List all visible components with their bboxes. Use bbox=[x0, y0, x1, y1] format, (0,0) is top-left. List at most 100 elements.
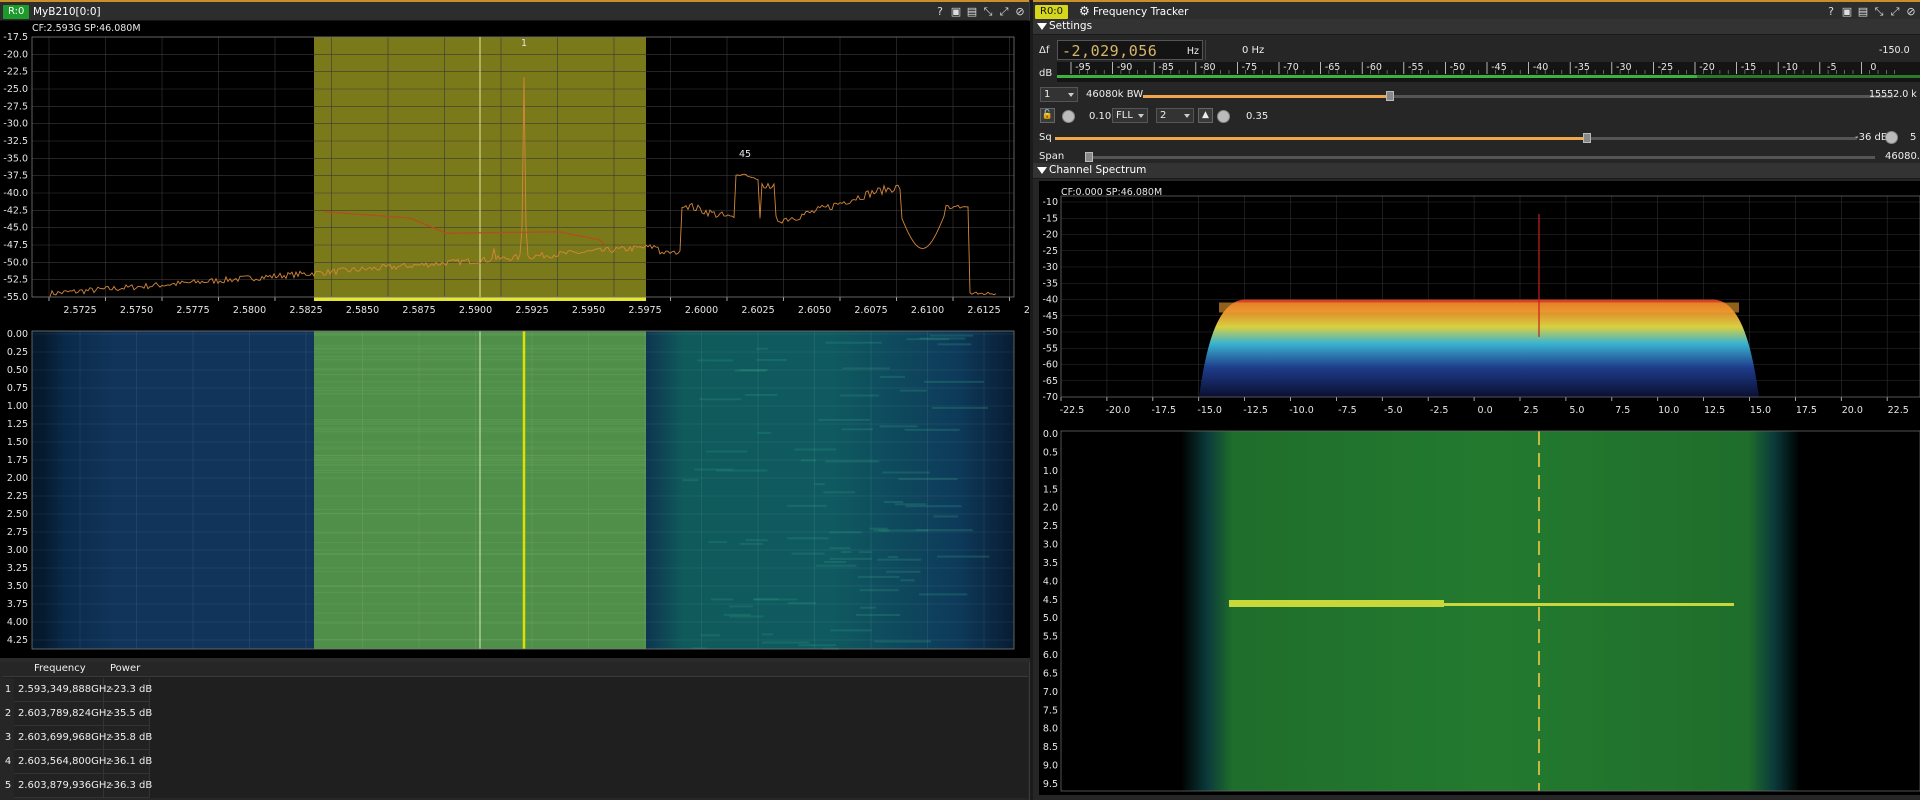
waterfall-streak bbox=[787, 504, 827, 507]
shrink-icon[interactable]: ⤡ bbox=[981, 5, 995, 19]
col-frequency[interactable]: Frequency bbox=[34, 663, 86, 674]
slider-handle[interactable] bbox=[1386, 91, 1394, 101]
waterfall-streak bbox=[857, 575, 900, 578]
ruler-tick-label: -80 bbox=[1200, 62, 1216, 73]
help-icon[interactable]: ? bbox=[1824, 5, 1838, 19]
col-power[interactable]: Power bbox=[110, 663, 140, 674]
span-readout: 46080.0 bbox=[1885, 151, 1920, 162]
gear-icon[interactable]: ⚙ bbox=[1079, 5, 1092, 18]
tracker-titlebar[interactable]: R0:0 ⚙ Frequency Tracker ? ▣ ▤ ⤡ ⤢ ⊘ bbox=[1033, 0, 1920, 21]
record-icon[interactable]: ▣ bbox=[949, 5, 963, 19]
waterfall-streak bbox=[823, 491, 855, 494]
decimation-select[interactable]: 1 bbox=[1040, 87, 1078, 102]
waterfall-streak bbox=[762, 641, 810, 644]
waterfall-streak bbox=[815, 564, 857, 567]
table-row[interactable]: 1 2.593,349,888GHz -23.3 dB bbox=[2, 678, 152, 702]
y-tick-label: -42.5 bbox=[3, 205, 28, 216]
waterfall-streak bbox=[711, 598, 734, 601]
waterfall-streak bbox=[905, 505, 962, 508]
squelch-gate-dial[interactable] bbox=[1885, 131, 1898, 144]
ruler-tick-label: -10 bbox=[1782, 62, 1798, 73]
span-slider[interactable] bbox=[1085, 152, 1875, 162]
y-tick-label: -35 bbox=[1042, 278, 1058, 289]
slider-handle[interactable] bbox=[1583, 133, 1591, 143]
spectrum-titlebar[interactable]: R:0 MyB210[0:0] ? ▣ ▤ ⤡ ⤢ ⊘ bbox=[0, 0, 1029, 21]
maximize-icon[interactable]: ⤢ bbox=[997, 5, 1011, 19]
waterfall-streak bbox=[708, 541, 728, 544]
delta-f-dial[interactable]: -2,029,056 Hz bbox=[1057, 40, 1203, 60]
spectrum-panel[interactable]: CF:2.593G SP:46.080M -17.5 -20.0 -22.5 -25.… bbox=[0, 21, 1030, 661]
channel-badge[interactable]: R0:0 bbox=[1035, 5, 1069, 19]
spectrum-chart[interactable]: -17.5 -20.0 -22.5 -25.0 -27.5 -30.0 -32.5 -35.0… bbox=[0, 21, 1030, 661]
bandwidth-slider[interactable] bbox=[1143, 91, 1893, 101]
waterfall-streak bbox=[753, 598, 798, 601]
slider-handle[interactable] bbox=[1085, 152, 1093, 162]
x-tick-label: 2.5950 bbox=[572, 305, 605, 316]
y-tick-label: -60 bbox=[1042, 360, 1058, 371]
x-tick-label: 2.6000 bbox=[685, 305, 718, 316]
squelch-slider[interactable] bbox=[1055, 133, 1857, 143]
bandwidth-readout: 15552.0 k bbox=[1869, 89, 1917, 100]
power-cell[interactable]: -35.5 dB bbox=[110, 708, 152, 719]
row-number: 5 bbox=[2, 774, 14, 798]
x-tick-label: 12.5 bbox=[1704, 405, 1725, 416]
channel-spectrum-panel[interactable]: CF:0.000 SP:46.080M -10 -15 -20 -25 -30 -35 -4… bbox=[1039, 181, 1920, 795]
x-tick-label: 2.6125 bbox=[967, 305, 1000, 316]
frequency-cell[interactable]: 2.603,564,800GHz bbox=[18, 756, 112, 767]
alpha-dial[interactable] bbox=[1217, 110, 1230, 123]
waterfall-streak bbox=[879, 375, 906, 378]
x-tick-label: 2.5725 bbox=[63, 305, 96, 316]
tracker-type-select[interactable]: FLL bbox=[1112, 108, 1148, 123]
table-row[interactable]: 2 2.603,789,824GHz -35.5 dB bbox=[2, 702, 152, 726]
x-tick-label: 15.0 bbox=[1750, 405, 1771, 416]
shrink-icon[interactable]: ⤡ bbox=[1872, 5, 1886, 19]
rrc-button[interactable]: ▲ bbox=[1198, 108, 1213, 123]
frequency-cell[interactable]: 2.603,789,824GHz bbox=[18, 708, 112, 719]
waterfall-streak bbox=[899, 389, 927, 392]
collapse-triangle-icon[interactable] bbox=[1037, 167, 1047, 174]
table-row[interactable]: 4 2.603,564,800GHz -36.1 dB bbox=[2, 750, 152, 774]
settings-section-header[interactable]: Settings bbox=[1033, 19, 1920, 35]
alpha-readout: 0.35 bbox=[1246, 111, 1269, 122]
table-row[interactable]: 5 2.603,879,936GHz -36.3 dB bbox=[2, 774, 152, 798]
y-tick-label: -30 bbox=[1042, 262, 1058, 273]
y-tick-label: -27.5 bbox=[3, 101, 28, 112]
tracker-order-select[interactable]: 2 bbox=[1156, 108, 1194, 123]
lock-button[interactable]: 🔓 bbox=[1040, 108, 1055, 123]
waterfall-streak bbox=[842, 367, 890, 370]
channel-spectrum-chart[interactable]: -10-15-20-25-30-35-40-45-50-55-60-65-70-… bbox=[1039, 181, 1920, 795]
ruler-tick-label: -75 bbox=[1242, 62, 1258, 73]
device-badge[interactable]: R:0 bbox=[3, 5, 30, 19]
waterfall-streak bbox=[757, 431, 772, 434]
ruler-tick-label: -25 bbox=[1658, 62, 1674, 73]
channel-spectrum-section-header[interactable]: Channel Spectrum bbox=[1033, 163, 1920, 179]
waterfall-y-tick-label: 3.00 bbox=[7, 545, 28, 556]
pll-dial[interactable] bbox=[1062, 110, 1075, 123]
layout-icon[interactable]: ▤ bbox=[1856, 5, 1870, 19]
power-cell[interactable]: -35.8 dB bbox=[110, 732, 152, 743]
help-icon[interactable]: ? bbox=[933, 5, 947, 19]
layout-icon[interactable]: ▤ bbox=[965, 5, 979, 19]
frequency-cell[interactable]: 2.593,349,888GHz bbox=[18, 684, 112, 695]
y-tick-label: -52.5 bbox=[3, 275, 28, 286]
ruler-tick-label: -45 bbox=[1491, 62, 1507, 73]
record-icon[interactable]: ▣ bbox=[1840, 5, 1854, 19]
power-cell[interactable]: -36.3 dB bbox=[110, 780, 152, 791]
maximize-icon[interactable]: ⤢ bbox=[1888, 5, 1902, 19]
frequency-cell[interactable]: 2.603,699,968GHz bbox=[18, 732, 112, 743]
collapse-triangle-icon[interactable] bbox=[1037, 23, 1047, 30]
close-icon[interactable]: ⊘ bbox=[1904, 5, 1918, 19]
x-tick-label: 2.5750 bbox=[120, 305, 153, 316]
waterfall-y-tick-label: 2.00 bbox=[7, 473, 28, 484]
waterfall-streak bbox=[829, 547, 851, 550]
level-readout: -150.0 bbox=[1879, 45, 1910, 56]
row-number: 2 bbox=[2, 702, 14, 726]
power-cell[interactable]: -36.1 dB bbox=[110, 756, 152, 767]
close-icon[interactable]: ⊘ bbox=[1013, 5, 1027, 19]
power-cell[interactable]: -23.3 dB bbox=[110, 684, 152, 695]
waterfall-streak bbox=[856, 613, 901, 616]
frequency-cell[interactable]: 2.603,879,936GHz bbox=[18, 780, 112, 791]
table-row[interactable]: 3 2.603,699,968GHz -35.8 dB bbox=[2, 726, 152, 750]
x-tick-label: 2.5 bbox=[1523, 405, 1538, 416]
y-tick-label: -65 bbox=[1042, 376, 1058, 387]
